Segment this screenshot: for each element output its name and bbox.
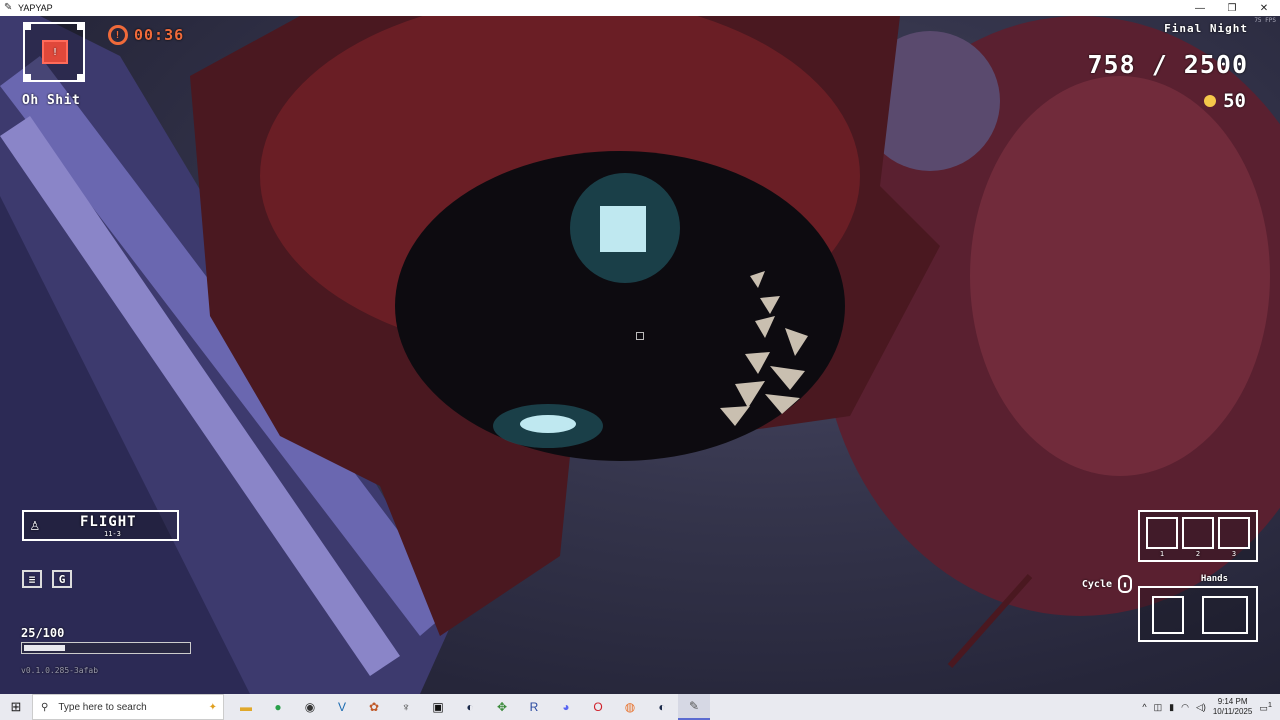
inventory-panel: 1 2 3: [1138, 510, 1258, 562]
minimize-button[interactable]: —: [1184, 0, 1216, 16]
steam-icon[interactable]: ◐: [454, 694, 486, 720]
mana-bar-fill: [24, 645, 65, 651]
coin-value: 50: [1223, 90, 1246, 112]
status-corner: [77, 74, 85, 82]
cycle-label: Cycle: [1081, 578, 1112, 590]
slot-number: 3: [1231, 550, 1237, 558]
window-title: YAPYAP: [18, 3, 53, 13]
search-placeholder: Type here to search: [58, 701, 147, 713]
night-label: Final Night: [1164, 22, 1248, 35]
sparkle-icon: ✦: [208, 701, 217, 713]
windows-taskbar: ⊞ ⚲ Type here to search ✦ ▬ ● ◉ V ✿ ♆ ▣ …: [0, 694, 1280, 720]
timer-gear-icon: !: [108, 25, 128, 45]
status-label: Oh Shit: [22, 93, 81, 108]
crosshair-icon: [636, 332, 644, 340]
creature-wing-right-highlight: [970, 76, 1270, 476]
mana-bar: [21, 642, 191, 654]
notification-count: 1: [1267, 700, 1272, 709]
right-hand-slot[interactable]: [1202, 596, 1248, 634]
window-titlebar: ✎ YAPYAP — ❐ ✕: [0, 0, 1280, 16]
wifi-icon[interactable]: ◠: [1181, 702, 1189, 713]
version-label: v0.1.0.285-3afab: [21, 666, 99, 675]
scroll-icon: ≡: [22, 570, 42, 588]
taskbar-apps: ▬ ● ◉ V ✿ ♆ ▣ ◐ ✥ R ◕ O ◍ ◐ ✎: [230, 694, 710, 720]
opera-icon[interactable]: O: [582, 694, 614, 720]
tray-chevron-icon[interactable]: ^: [1142, 702, 1146, 712]
character-icon[interactable]: ✥: [486, 694, 518, 720]
obs-icon[interactable]: ◉: [294, 694, 326, 720]
taskbar-clock[interactable]: 9:14 PM 10/11/2025: [1213, 697, 1252, 717]
status-corner: [77, 22, 85, 30]
system-tray: ^ ◫ ▮ ◠ ◁) 9:14 PM 10/11/2025 ▭1: [1142, 697, 1280, 717]
mic-icon: ▮: [1118, 575, 1132, 593]
microphone-icon[interactable]: ▮: [1169, 702, 1174, 713]
firefox-icon[interactable]: ◍: [614, 694, 646, 720]
network-icon[interactable]: ◫: [1154, 702, 1163, 713]
clock-time: 9:14 PM: [1217, 697, 1248, 706]
status-corner: [23, 74, 31, 82]
inventory-slot-1[interactable]: [1146, 517, 1178, 549]
slot-number: 1: [1159, 550, 1165, 558]
taskbar-search[interactable]: ⚲ Type here to search ✦: [32, 694, 224, 720]
ability-icons: ≡ G: [22, 570, 72, 588]
coin-icon: [1204, 95, 1217, 107]
left-hand-slot[interactable]: [1152, 596, 1184, 634]
hands-panel: [1138, 586, 1258, 642]
timer-value: 00:36: [134, 26, 185, 44]
rsi-icon[interactable]: R: [518, 694, 550, 720]
windows-start-button[interactable]: ⊞: [0, 694, 32, 720]
inventory-slot-2[interactable]: [1182, 517, 1214, 549]
search-icon: ⚲: [41, 701, 49, 713]
mana-label: 25/100: [21, 626, 65, 640]
status-indicator: !: [23, 22, 85, 82]
clock-date: 10/11/2025: [1212, 707, 1253, 716]
fps-counter: 75 FPS: [1254, 17, 1276, 24]
restore-button[interactable]: ❐: [1216, 0, 1248, 16]
creature-eye-top: [600, 206, 646, 252]
round-timer: ! 00:36: [108, 25, 184, 45]
steam-vr-icon[interactable]: ♆: [390, 694, 422, 720]
g-key-icon: G: [52, 570, 72, 588]
slot-number: 2: [1195, 550, 1201, 558]
file-explorer-icon[interactable]: ▬: [230, 694, 262, 720]
status-corner: [23, 22, 31, 30]
close-button[interactable]: ✕: [1248, 0, 1280, 16]
steam-icon-2[interactable]: ◐: [646, 694, 678, 720]
epic-games-icon[interactable]: ▣: [422, 694, 454, 720]
app-icon: ✎: [4, 2, 13, 13]
spell-name: FLIGHT: [80, 514, 137, 530]
cycle-control: Cycle ▮: [1082, 575, 1132, 593]
alert-icon: !: [42, 40, 68, 64]
spell-panel: ♙ FLIGHT 11-3: [22, 510, 179, 541]
game-icon[interactable]: ✿: [358, 694, 390, 720]
xbox-icon[interactable]: ●: [262, 694, 294, 720]
hands-label: Hands: [1200, 574, 1228, 584]
spell-subtext: 11-3: [104, 530, 121, 538]
inventory-slot-3[interactable]: [1218, 517, 1250, 549]
quota-counter: 758 / 2500: [1087, 50, 1248, 79]
notifications-icon[interactable]: ▭1: [1259, 700, 1272, 714]
volume-icon[interactable]: ◁): [1196, 702, 1206, 713]
creature-eye-bottom: [520, 415, 576, 433]
coin-counter: 50: [1204, 90, 1246, 112]
vscode-icon[interactable]: V: [326, 694, 358, 720]
yapyap-icon[interactable]: ✎: [678, 694, 710, 720]
person-icon: ♙: [30, 515, 40, 534]
discord-icon[interactable]: ◕: [550, 694, 582, 720]
